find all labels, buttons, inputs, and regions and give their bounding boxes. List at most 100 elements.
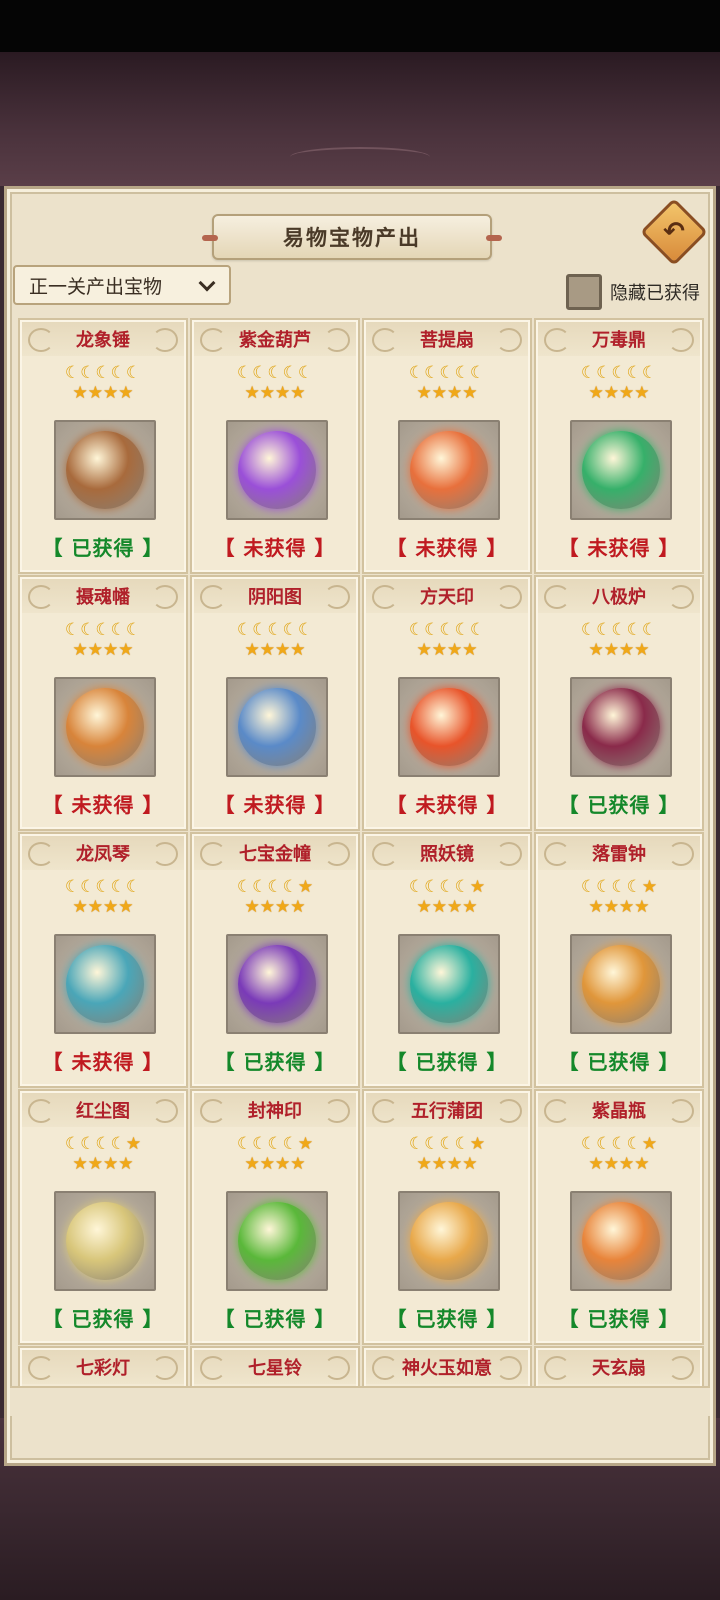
rank-row-top: ☾☾☾☾★ (536, 878, 702, 896)
star-icon: ★ (588, 640, 604, 660)
card-header: 紫金葫芦 (194, 322, 356, 356)
star-icon: ★ (275, 897, 291, 917)
star-icon: ★ (297, 1134, 314, 1154)
rank-row-bottom: ★★★★ (20, 898, 186, 916)
star-icon: ★ (603, 383, 619, 403)
obtain-status: 【 已获得 】 (42, 536, 164, 560)
obtain-status: 【 未获得 】 (386, 793, 508, 817)
star-icon: ★ (290, 383, 306, 403)
crescent-moon-icon: ☾ (80, 1134, 96, 1154)
rank-row-bottom: ★★★★ (192, 1155, 358, 1173)
hide-obtained-label: 隐藏已获得 (610, 283, 700, 304)
crescent-moon-icon: ☾ (439, 363, 455, 383)
card-header: 方天印 (366, 579, 528, 613)
scroll-icon (238, 688, 316, 766)
card-header: 七彩灯 (22, 1350, 184, 1384)
star-icon: ★ (297, 877, 314, 897)
crescent-moon-icon: ☾ (596, 877, 612, 897)
treasure-card[interactable]: 阴阳图 ☾☾☾☾☾ ★★★★ 【 未获得 】 (190, 575, 360, 831)
crescent-moon-icon: ☾ (282, 620, 298, 640)
treasure-card[interactable]: 菩提扇 ☾☾☾☾☾ ★★★★ 【 未获得 】 (362, 318, 532, 574)
rank-row-bottom: ★★★★ (192, 384, 358, 402)
rank-row-top: ☾☾☾☾☾ (364, 621, 530, 639)
cushion-icon (410, 1202, 488, 1280)
treasure-card[interactable]: 七宝金幢 ☾☾☾☾★ ★★★★ 【 已获得 】 (190, 832, 360, 1088)
treasure-image-frame (54, 1191, 156, 1291)
star-icon: ★ (72, 640, 88, 660)
crescent-moon-icon: ☾ (641, 363, 658, 383)
treasure-card[interactable]: 八极炉 ☾☾☾☾☾ ★★★★ 【 已获得 】 (534, 575, 704, 831)
star-icon: ★ (275, 1154, 291, 1174)
treasure-name: 菩提扇 (420, 330, 474, 351)
hide-obtained-toggle[interactable]: 隐藏已获得 (566, 272, 711, 312)
treasure-card[interactable]: 封神印 ☾☾☾☾★ ★★★★ 【 已获得 】 (190, 1089, 360, 1345)
treasure-card[interactable]: 照妖镜 ☾☾☾☾★ ★★★★ 【 已获得 】 (362, 832, 532, 1088)
treasure-name: 神火玉如意 (402, 1358, 492, 1379)
treasure-name: 七星铃 (248, 1358, 302, 1379)
star-icon: ★ (259, 1154, 275, 1174)
card-header: 阴阳图 (194, 579, 356, 613)
rank-row-bottom: ★★★★ (536, 384, 702, 402)
crescent-moon-icon: ☾ (252, 1134, 268, 1154)
crescent-moon-icon: ☾ (408, 877, 425, 897)
rank-row-bottom: ★★★★ (364, 641, 530, 659)
card-header: 菩提扇 (366, 322, 528, 356)
rank-row-bottom: ★★★★ (20, 384, 186, 402)
crescent-moon-icon: ☾ (454, 620, 470, 640)
treasure-name: 五行蒲团 (411, 1101, 483, 1122)
star-icon: ★ (588, 383, 604, 403)
treasure-card[interactable]: 万毒鼎 ☾☾☾☾☾ ★★★★ 【 未获得 】 (534, 318, 704, 574)
treasure-card[interactable]: 龙凤琴 ☾☾☾☾☾ ★★★★ 【 未获得 】 (18, 832, 188, 1088)
treasure-card[interactable]: 红尘图 ☾☾☾☾★ ★★★★ 【 已获得 】 (18, 1089, 188, 1345)
star-icon: ★ (259, 640, 275, 660)
treasure-card[interactable]: 龙象锤 ☾☾☾☾☾ ★★★★ 【 已获得 】 (18, 318, 188, 574)
banner-icon (66, 688, 144, 766)
chevron-down-icon (198, 274, 216, 292)
treasure-card[interactable]: 方天印 ☾☾☾☾☾ ★★★★ 【 未获得 】 (362, 575, 532, 831)
crescent-moon-icon: ☾ (469, 620, 486, 640)
star-icon: ★ (462, 383, 478, 403)
obtain-status: 【 未获得 】 (42, 793, 164, 817)
star-icon: ★ (641, 1134, 658, 1154)
crescent-moon-icon: ☾ (282, 363, 298, 383)
crescent-moon-icon: ☾ (611, 1134, 627, 1154)
treasure-name: 天玄扇 (592, 1358, 646, 1379)
treasure-card[interactable]: 紫金葫芦 ☾☾☾☾☾ ★★★★ 【 未获得 】 (190, 318, 360, 574)
treasure-card[interactable]: 落雷钟 ☾☾☾☾★ ★★★★ 【 已获得 】 (534, 832, 704, 1088)
treasure-image-frame (226, 934, 328, 1034)
star-icon: ★ (447, 383, 463, 403)
card-header: 龙凤琴 (22, 836, 184, 870)
star-icon: ★ (634, 383, 650, 403)
rank-row-top: ☾☾☾☾☾ (364, 364, 530, 382)
crescent-moon-icon: ☾ (64, 1134, 81, 1154)
rank-row-top: ☾☾☾☾☾ (192, 364, 358, 382)
star-icon: ★ (87, 383, 103, 403)
star-icon: ★ (275, 383, 291, 403)
crescent-moon-icon: ☾ (596, 1134, 612, 1154)
hide-obtained-checkbox[interactable] (566, 274, 602, 310)
return-arrow-icon: ↶ (663, 217, 685, 247)
star-icon: ★ (87, 640, 103, 660)
crescent-moon-icon: ☾ (282, 1134, 298, 1154)
treasure-grid: 龙象锤 ☾☾☾☾☾ ★★★★ 【 已获得 】紫金葫芦 ☾☾☾☾☾ ★★★★ 【 未获得 】菩… (14, 318, 710, 1408)
treasure-card[interactable]: 五行蒲团 ☾☾☾☾★ ★★★★ 【 已获得 】 (362, 1089, 532, 1345)
treasure-card[interactable]: 摄魂幡 ☾☾☾☾☾ ★★★★ 【 未获得 】 (18, 575, 188, 831)
star-icon: ★ (469, 1134, 486, 1154)
star-icon: ★ (290, 640, 306, 660)
star-icon: ★ (416, 1154, 432, 1174)
rank-row-top: ☾☾☾☾★ (536, 1135, 702, 1153)
star-icon: ★ (87, 897, 103, 917)
treasure-card[interactable]: 紫晶瓶 ☾☾☾☾★ ★★★★ 【 已获得 】 (534, 1089, 704, 1345)
crescent-moon-icon: ☾ (64, 363, 81, 383)
treasure-image-frame (570, 420, 672, 520)
obtain-status: 【 已获得 】 (558, 1307, 680, 1331)
crescent-moon-icon: ☾ (236, 877, 253, 897)
treasure-image-frame (226, 677, 328, 777)
treasure-name: 龙象锤 (76, 330, 130, 351)
gourd-icon (238, 431, 316, 509)
crescent-moon-icon: ☾ (252, 620, 268, 640)
crescent-moon-icon: ☾ (267, 1134, 283, 1154)
star-icon: ★ (103, 640, 119, 660)
source-dropdown[interactable]: 正一关产出宝物 (13, 265, 231, 305)
star-icon: ★ (431, 640, 447, 660)
